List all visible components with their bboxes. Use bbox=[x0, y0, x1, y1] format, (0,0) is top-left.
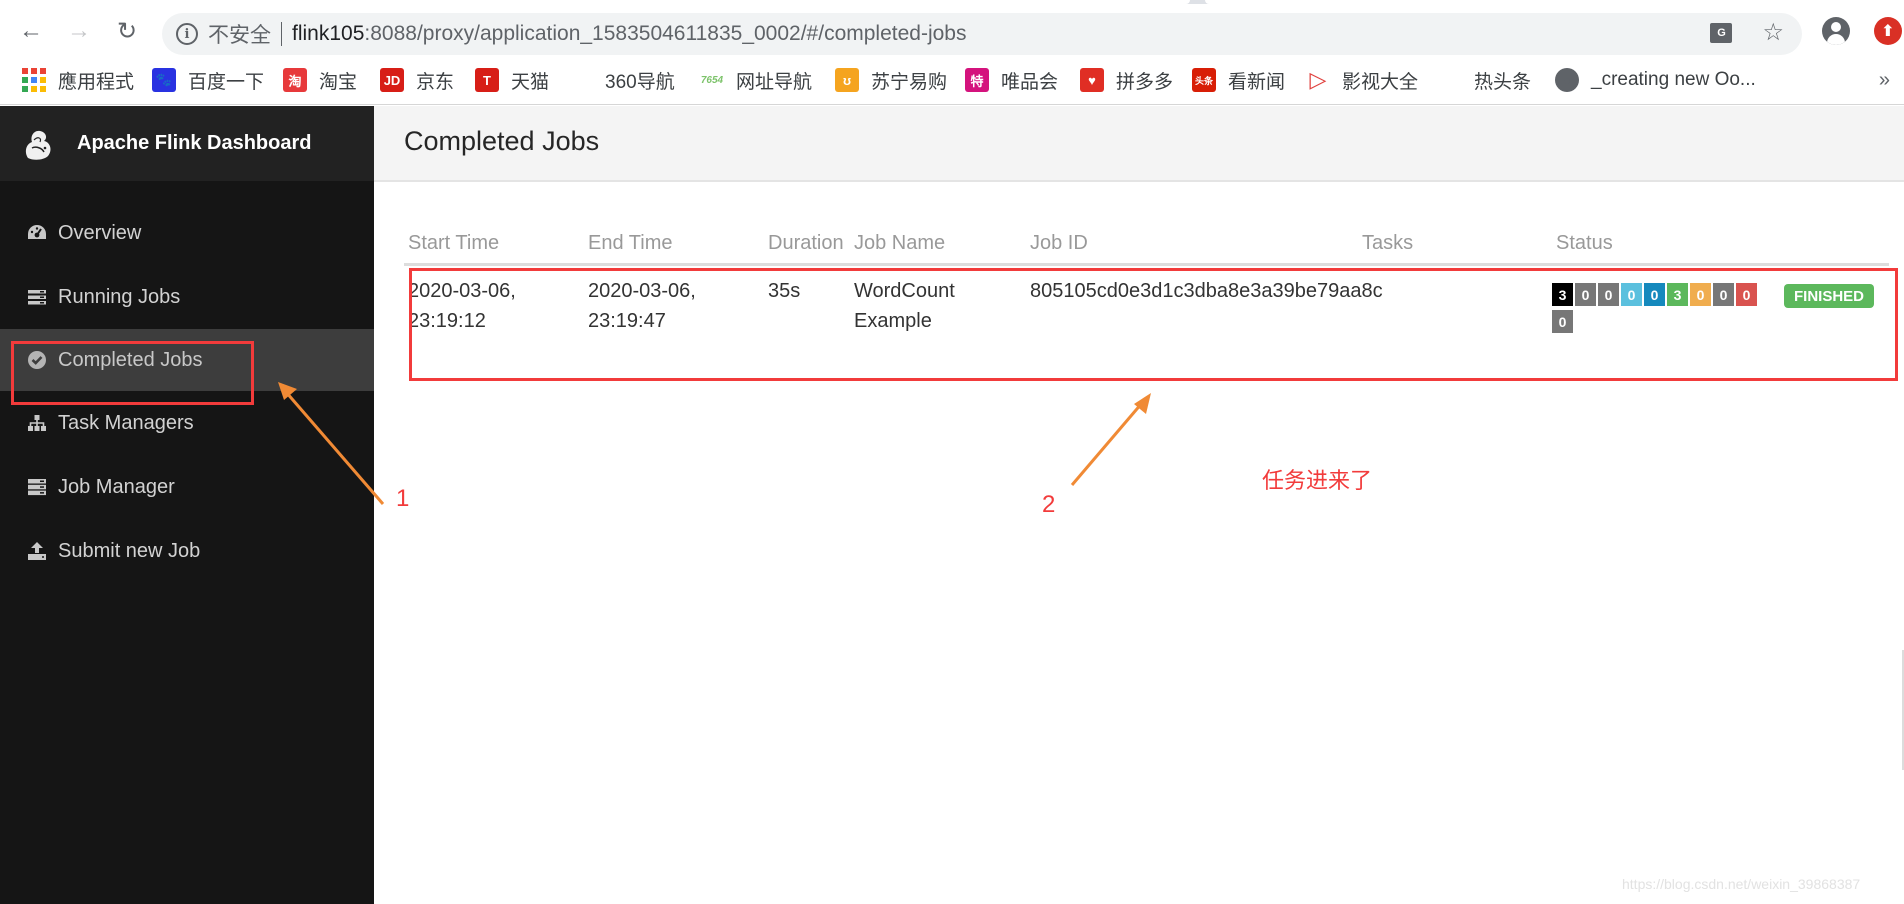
upload-icon bbox=[26, 541, 48, 561]
reload-button[interactable]: ↻ bbox=[112, 16, 142, 46]
update-icon[interactable]: ⬆ bbox=[1874, 17, 1902, 45]
annotation-box-sidebar bbox=[11, 341, 254, 405]
sidebar-item-label: Overview bbox=[58, 221, 142, 244]
flink-dashboard: Apache Flink Dashboard Overview Running J… bbox=[0, 106, 1904, 904]
bookmarks-overflow-button[interactable]: » bbox=[1879, 69, 1890, 92]
sidebar-item-label: Submit new Job bbox=[58, 539, 201, 562]
bookmark-item[interactable]: 头条 看新闻 bbox=[1192, 67, 1285, 93]
bookmark-item[interactable]: ʊ 苏宁易购 bbox=[835, 67, 947, 93]
pinduoduo-icon: ♥ bbox=[1080, 68, 1104, 92]
profile-avatar-icon[interactable] bbox=[1822, 17, 1850, 45]
bookmark-item[interactable]: ▷ 影视大全 bbox=[1306, 67, 1418, 93]
annotation-note: 任务进来了 bbox=[1262, 468, 1373, 493]
bookmark-label: 360导航 bbox=[605, 71, 675, 93]
video-play-icon: ▷ bbox=[1309, 67, 1327, 92]
vip-icon: 特 bbox=[965, 68, 989, 92]
taobao-icon: 淘 bbox=[283, 68, 307, 92]
bookmark-label: 热头条 bbox=[1474, 71, 1532, 93]
news-icon: 头条 bbox=[1192, 68, 1216, 92]
arrow-right-icon: → bbox=[67, 17, 91, 44]
bookmark-item[interactable]: 淘淘宝 bbox=[283, 67, 357, 93]
sidebar-item-running-jobs[interactable]: Running Jobs bbox=[0, 265, 374, 329]
page-header: Completed Jobs bbox=[374, 106, 1904, 182]
address-bar[interactable]: i 不安全 flink105:8088/proxy/application_15… bbox=[162, 13, 1802, 55]
annotation-label-1: 1 bbox=[396, 485, 410, 512]
bookmark-label: 天猫 bbox=[511, 71, 550, 93]
arrow-left-icon: ← bbox=[19, 17, 43, 44]
url-path: :8088/proxy/application_1583504611835_00… bbox=[364, 22, 967, 45]
bookmark-item[interactable]: JD 京东 bbox=[380, 67, 454, 93]
url-text[interactable]: flink105:8088/proxy/application_15835046… bbox=[292, 22, 966, 46]
url-host: flink105 bbox=[292, 22, 365, 45]
watermark: https://blog.csdn.net/weixin_39868387 bbox=[1622, 876, 1861, 892]
baidu-paw-icon: 🐾 bbox=[152, 68, 176, 92]
column-header-status[interactable]: Status bbox=[1556, 232, 1613, 255]
tasks-list-icon bbox=[26, 288, 48, 306]
apps-grid-icon bbox=[22, 68, 46, 92]
bookmark-label: 唯品会 bbox=[1001, 71, 1059, 93]
bookmark-item[interactable]: 應用程式 bbox=[22, 67, 134, 93]
forward-button[interactable]: → bbox=[64, 16, 94, 46]
translate-icon[interactable]: G bbox=[1710, 23, 1733, 43]
column-header-job-name[interactable]: Job Name bbox=[854, 232, 945, 255]
bookmark-item[interactable]: 热头条 bbox=[1474, 67, 1531, 93]
bookmark-label: 拼多多 bbox=[1116, 71, 1174, 93]
sidebar-item-submit-new-job[interactable]: Submit new Job bbox=[0, 519, 374, 583]
column-header-end-time[interactable]: End Time bbox=[588, 232, 672, 255]
flink-squirrel-logo-icon bbox=[20, 126, 56, 162]
sidebar: Apache Flink Dashboard Overview Running J… bbox=[0, 106, 374, 904]
bookmark-label: 京东 bbox=[416, 71, 455, 93]
column-header-start-time[interactable]: Start Time bbox=[408, 232, 499, 255]
back-button[interactable]: ← bbox=[16, 16, 46, 46]
bookmark-label: 看新闻 bbox=[1228, 71, 1286, 93]
bookmark-item[interactable]: T 天猫 bbox=[475, 67, 549, 93]
bookmark-star-icon[interactable]: ☆ bbox=[1762, 21, 1784, 45]
info-icon[interactable]: i bbox=[176, 23, 198, 45]
security-label: 不安全 bbox=[208, 24, 271, 47]
bookmarks-bar: 應用程式 🐾 百度一下淘淘宝 JD 京东 T 天猫 360导航 7654 网址导航 ʊ 苏宁易购特唯品… bbox=[0, 56, 1904, 105]
bookmark-item[interactable]: ● _creating new Oo... bbox=[1555, 67, 1756, 93]
bookmark-item[interactable]: 360导航 bbox=[605, 67, 675, 93]
sidebar-item-label: Running Jobs bbox=[58, 285, 181, 308]
jd-icon: JD bbox=[380, 68, 404, 92]
reload-icon: ↻ bbox=[116, 17, 138, 45]
sidebar-item-job-manager[interactable]: Job Manager bbox=[0, 455, 374, 519]
tmall-icon: T bbox=[475, 68, 499, 92]
brand[interactable]: Apache Flink Dashboard bbox=[0, 106, 374, 181]
divider bbox=[281, 22, 282, 46]
annotation-label-2: 2 bbox=[1042, 491, 1056, 518]
main-content: Completed Jobs Start Time End Time Durat… bbox=[374, 106, 1904, 904]
7654-icon: 7654 bbox=[700, 74, 724, 86]
browser-toolbar: ← → ↻ i 不安全 flink105:8088/proxy/applicat… bbox=[0, 4, 1904, 56]
column-header-tasks[interactable]: Tasks bbox=[1362, 232, 1413, 255]
server-icon bbox=[26, 478, 48, 496]
bookmark-label: _creating new Oo... bbox=[1591, 69, 1756, 90]
bookmark-label: 百度一下 bbox=[188, 71, 265, 93]
bookmark-item[interactable]: 特唯品会 bbox=[965, 67, 1058, 93]
bookmark-label: 苏宁易购 bbox=[871, 71, 948, 93]
sidebar-item-label: Task Managers bbox=[58, 411, 194, 434]
bookmark-label: 网址导航 bbox=[736, 71, 813, 93]
brand-title: Apache Flink Dashboard bbox=[77, 132, 312, 154]
suning-icon: ʊ bbox=[835, 68, 859, 92]
bookmark-item[interactable]: 🐾 百度一下 bbox=[152, 67, 264, 93]
sidebar-item-label: Job Manager bbox=[58, 475, 175, 498]
annotation-box-job-row bbox=[409, 268, 1898, 381]
dashboard-icon bbox=[26, 224, 48, 242]
globe-icon: ● bbox=[1555, 68, 1579, 92]
bookmark-label: 應用程式 bbox=[58, 71, 135, 93]
sidebar-item-overview[interactable]: Overview bbox=[0, 201, 374, 265]
bookmark-label: 淘宝 bbox=[319, 71, 358, 93]
page-title: Completed Jobs bbox=[404, 126, 600, 156]
bookmark-label: 影视大全 bbox=[1342, 71, 1419, 93]
bookmark-item[interactable]: ♥ 拼多多 bbox=[1080, 67, 1173, 93]
bookmark-item[interactable]: 7654 网址导航 bbox=[700, 67, 812, 93]
sitemap-icon bbox=[26, 414, 48, 432]
column-header-duration[interactable]: Duration bbox=[768, 232, 844, 255]
table-header: Start Time End Time Duration Job Name Jo… bbox=[404, 226, 1889, 266]
column-header-job-id[interactable]: Job ID bbox=[1030, 232, 1088, 255]
